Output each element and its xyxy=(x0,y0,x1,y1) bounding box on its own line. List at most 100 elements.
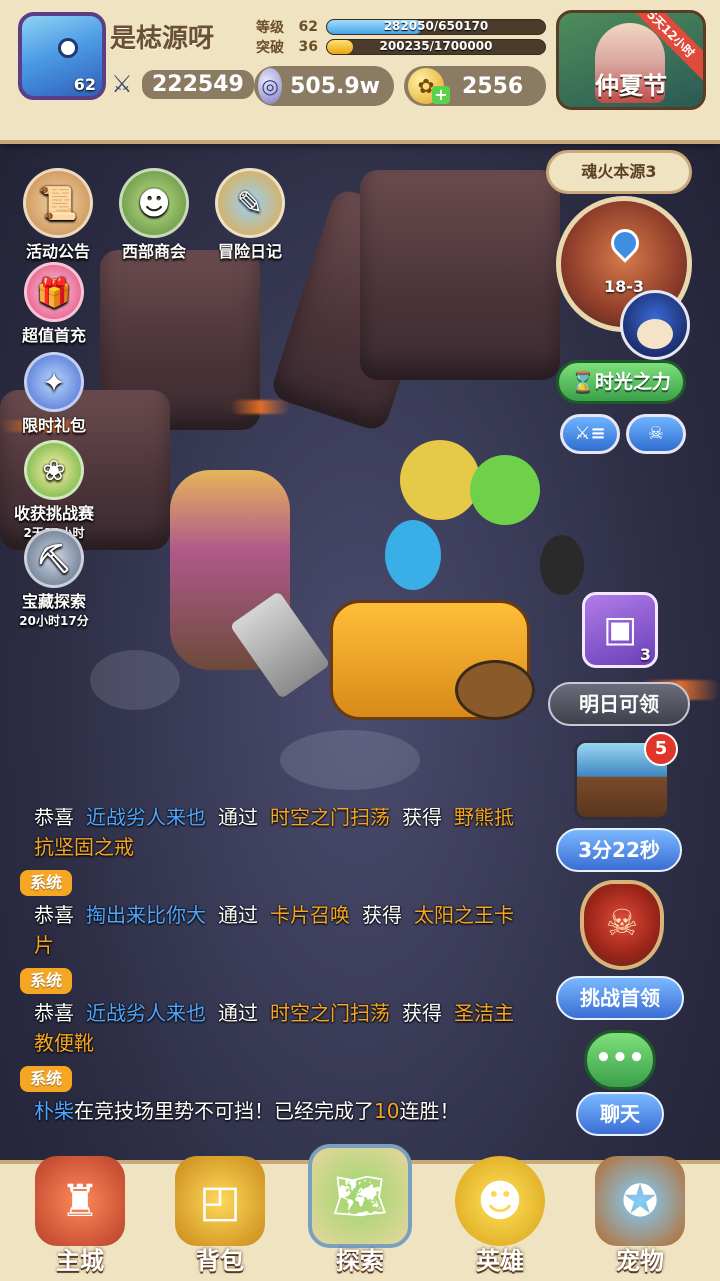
first-charge-label: 超值首充 xyxy=(21,326,86,345)
chat-player-name[interactable]: 朴柴 xyxy=(34,1099,74,1123)
chat-text: 恭喜 xyxy=(34,903,74,927)
challenge-boss-button[interactable]: 挑战首领 xyxy=(556,976,684,1020)
level-bar: 282050/650170 xyxy=(326,19,546,35)
first-charge-button[interactable]: 🎁 超值首充 xyxy=(14,262,94,346)
midsummer-event-card[interactable]: 5天12小时 仲夏节 xyxy=(556,10,706,110)
chat-item[interactable]: 太阳之王卡 xyxy=(414,903,514,927)
event-label: 仲夏节 xyxy=(595,72,667,100)
silver-coin-icon: ◎ xyxy=(258,68,283,104)
chest-icon: ▣ xyxy=(602,609,637,650)
chat-method: 时空之门扫荡 xyxy=(270,1001,390,1025)
diary-quill-icon: ✎ xyxy=(215,168,285,238)
treasure-explore-button[interactable]: ⛏ 宝藏探索 20小时17分 xyxy=(10,528,98,629)
nav-explore-label: 探索 xyxy=(336,1247,384,1275)
treasure-explore-label: 宝藏探索 xyxy=(21,592,86,611)
activity-notice-label: 活动公告 xyxy=(25,242,90,261)
chat-text: 恭喜 xyxy=(34,1001,74,1025)
chat-button[interactable]: 聊天 xyxy=(576,1092,664,1136)
nav-explore[interactable]: 🗺 探索 xyxy=(300,1144,420,1280)
chat-text: 恭喜 xyxy=(34,808,74,829)
break-bar-row: 突破 36 200235/1700000 xyxy=(256,38,546,56)
vehicle-wheel xyxy=(455,660,535,720)
activity-notice-button[interactable]: 📜 活动公告 xyxy=(18,168,98,262)
chat-text: 获得 xyxy=(402,1001,442,1025)
nav-bag-label: 背包 xyxy=(196,1247,244,1275)
time-power-button[interactable]: ⌛时光之力 xyxy=(556,360,686,404)
chat-message: 朴柴在竞技场里势不可挡！已经完成了10连胜！ xyxy=(0,1096,534,1126)
boss-shield-icon[interactable]: ☠ xyxy=(580,880,664,970)
hourglass-icon: ⌛ xyxy=(571,371,595,393)
player-avatar[interactable]: 62 xyxy=(18,12,106,100)
nav-home-label: 主城 xyxy=(56,1247,104,1275)
system-chat-log[interactable]: 恭喜 近战劣人来也 通过 时空之门扫荡 获得 野熊抵 抗坚固之戒 系统 恭喜 掏出来比你大通… xyxy=(0,808,560,1148)
chat-text: 通过 xyxy=(218,903,258,927)
hero-character xyxy=(470,455,540,525)
chat-item[interactable]: 教便靴 xyxy=(34,1031,94,1055)
chat-text: 连胜！ xyxy=(399,1099,460,1123)
treasure-chest-button[interactable]: ▣ 3 xyxy=(582,592,658,668)
map-scroll-icon: 🗺 xyxy=(308,1144,412,1248)
limited-gift-label: 限时礼包 xyxy=(21,416,86,435)
chat-message-cont: 教便靴 xyxy=(0,1028,534,1058)
chat-item[interactable]: 野熊抵 xyxy=(454,808,514,829)
dust-cloud xyxy=(90,650,180,710)
nav-hero[interactable]: ☻ 英雄 xyxy=(440,1150,560,1280)
gift-bag-icon: ✦ xyxy=(24,352,84,412)
break-bar-text: 200235/1700000 xyxy=(379,39,493,53)
map-pin-icon xyxy=(605,223,645,263)
boss-skull-button[interactable]: ☠ xyxy=(626,414,686,454)
system-tag: 系统 xyxy=(20,1066,73,1092)
hero-face-icon: ☻ xyxy=(455,1156,545,1246)
hero-character xyxy=(400,440,480,520)
chat-message: 恭喜 近战劣人来也 通过 时空之门扫荡 获得 圣洁主 xyxy=(0,998,534,1028)
silver-currency[interactable]: ◎ 505.9w xyxy=(254,66,394,106)
chat-text: 获得 xyxy=(362,903,402,927)
reward-timer: 3分22秒 xyxy=(556,828,682,872)
chat-text: 获得 xyxy=(402,808,442,829)
level-bar-row: 等级 62 282050/650170 xyxy=(256,18,546,36)
ally-avatar[interactable] xyxy=(620,290,690,360)
nav-home[interactable]: ♜ 主城 xyxy=(20,1150,140,1280)
gold-value: 2556 xyxy=(462,73,524,99)
nav-pet[interactable]: ✪ 宠物 xyxy=(580,1150,700,1280)
chat-item[interactable]: 片 xyxy=(34,933,54,957)
stage-title: 魂火本源3 xyxy=(546,150,692,194)
scroll-icon: 📜 xyxy=(23,168,93,238)
level-bar-text: 282050/650170 xyxy=(383,19,489,33)
combat-power: 222549 xyxy=(142,70,254,99)
adventure-diary-button[interactable]: ✎ 冒险日记 xyxy=(208,168,292,262)
auto-battle-button[interactable]: ⚔≡ xyxy=(560,414,620,454)
gold-currency[interactable]: ✿ + 2556 xyxy=(404,66,546,106)
gift-box-icon: 🎁 xyxy=(24,262,84,322)
chat-player-name[interactable]: 近战劣人来也 xyxy=(86,808,206,829)
chat-text: 通过 xyxy=(218,1001,258,1025)
break-bar: 200235/1700000 xyxy=(326,39,546,55)
harvest-challenge-button[interactable]: ❀ 收获挑战赛 2天12小时 xyxy=(6,440,102,541)
player-name: 是梽源呀 xyxy=(110,24,215,54)
crossed-arrows-icon: ⚔≡ xyxy=(574,423,606,444)
chat-item[interactable]: 抗坚固之戒 xyxy=(34,835,134,859)
nav-bag[interactable]: ◰ 背包 xyxy=(160,1150,280,1280)
pickaxe-icon: ⛏ xyxy=(24,528,84,588)
scene-rock xyxy=(360,170,560,380)
goblin-merchant-icon: ☻ xyxy=(119,168,189,238)
chat-player-name[interactable]: 掏出来比你大 xyxy=(86,903,206,927)
western-merchant-button[interactable]: ☻ 西部商会 xyxy=(112,168,196,262)
chat-player-name[interactable]: 近战劣人来也 xyxy=(86,1001,206,1025)
chat-bubble-icon[interactable]: ••• xyxy=(584,1030,656,1090)
backpack-icon: ◰ xyxy=(175,1156,265,1246)
plus-icon[interactable]: + xyxy=(432,86,450,104)
treasure-explore-timer: 20小时17分 xyxy=(19,614,89,628)
avatar-level: 62 xyxy=(73,75,96,94)
chat-text: 在竞技场里势不可挡！已经完成了 xyxy=(74,1099,374,1123)
time-power-label: 时光之力 xyxy=(594,371,671,393)
castle-icon: ♜ xyxy=(35,1156,125,1246)
chat-message: 恭喜 掏出来比你大 通过 卡片召唤 获得 太阳之王卡 xyxy=(0,900,534,930)
ally-face xyxy=(637,319,673,349)
chat-method: 卡片召唤 xyxy=(270,903,350,927)
chat-item[interactable]: 圣洁主 xyxy=(454,1001,514,1025)
skull-icon: ☠ xyxy=(647,423,665,444)
limited-gift-button[interactable]: ✦ 限时礼包 xyxy=(14,352,94,436)
system-tag: 系统 xyxy=(20,968,73,994)
chat-text: 通过 xyxy=(218,808,258,829)
